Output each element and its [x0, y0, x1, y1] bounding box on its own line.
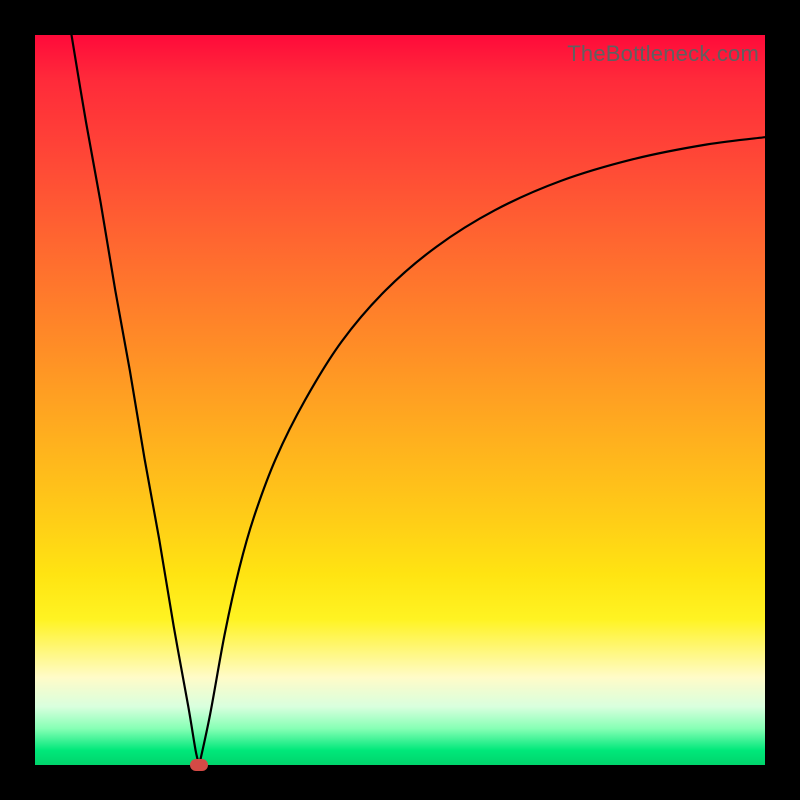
bottleneck-curve	[35, 35, 765, 765]
chart-frame: TheBottleneck.com	[0, 0, 800, 800]
plot-area: TheBottleneck.com	[35, 35, 765, 765]
curve-right-branch	[199, 137, 765, 765]
curve-left-branch	[72, 35, 200, 765]
minimum-marker	[190, 759, 208, 771]
